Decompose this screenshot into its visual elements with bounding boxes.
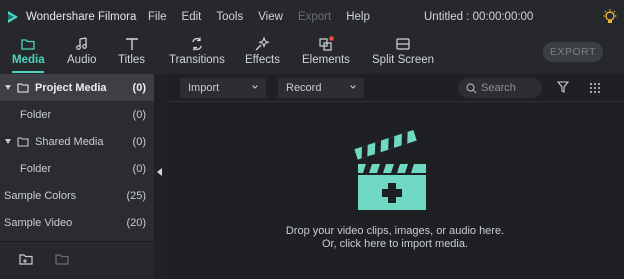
tab-effects[interactable]: Effects: [245, 36, 280, 66]
sidebar-item-label: Sample Colors: [4, 189, 77, 202]
tab-audio[interactable]: Audio: [67, 36, 96, 66]
menu-export[interactable]: Export: [298, 11, 331, 23]
tab-titles-label: Titles: [118, 54, 146, 66]
search-input[interactable]: Search: [458, 78, 542, 98]
expand-triangle-icon[interactable]: [5, 139, 11, 144]
title-bar: Wondershare Filmora File Edit Tools View…: [0, 0, 624, 34]
text-t-icon: [125, 38, 138, 50]
media-panel: Import Record Search Drop your video cli…: [166, 74, 624, 279]
search-icon: [466, 82, 477, 93]
tab-split-screen-label: Split Screen: [372, 54, 435, 66]
menu-file[interactable]: File: [148, 11, 167, 23]
menu-view[interactable]: View: [258, 11, 283, 23]
search-placeholder: Search: [481, 82, 516, 94]
sidebar-item-label: Folder: [20, 162, 52, 175]
import-hint-text[interactable]: Or, click here to import media.: [166, 238, 624, 250]
sidebar-item-count: (20): [126, 216, 146, 229]
sidebar-collapse-handle[interactable]: [154, 74, 166, 279]
project-title: Untitled : 00:00:00:00: [424, 11, 534, 23]
collapse-arrow-icon[interactable]: [157, 168, 163, 176]
menu-help[interactable]: Help: [346, 11, 370, 23]
drop-hint-text[interactable]: Drop your video clips, images, or audio …: [166, 225, 624, 237]
new-folder-icon[interactable]: [18, 252, 34, 266]
sidebar-item-shared-media[interactable]: Shared Media (0): [0, 128, 154, 155]
tab-split-screen[interactable]: Split Screen: [372, 36, 434, 66]
menu-bar: File Edit Tools View Export Help: [148, 11, 385, 23]
sidebar-item-label: Folder: [20, 108, 52, 121]
chevron-down-icon: [252, 85, 258, 89]
import-label: Import: [188, 82, 220, 94]
remove-folder-icon[interactable]: [54, 252, 70, 266]
record-label: Record: [286, 82, 322, 94]
sidebar-item-count: (0): [132, 108, 146, 121]
filter-icon[interactable]: [557, 81, 569, 94]
expand-triangle-icon[interactable]: [5, 85, 11, 90]
menu-edit[interactable]: Edit: [182, 11, 202, 23]
tab-effects-label: Effects: [245, 54, 280, 66]
sidebar-item-sample-colors[interactable]: Sample Colors (25): [0, 182, 154, 209]
transitions-icon: [192, 37, 202, 51]
grid-view-icon[interactable]: [589, 82, 601, 94]
tab-media[interactable]: Media: [12, 36, 45, 66]
tab-titles[interactable]: Titles: [118, 36, 145, 66]
tab-elements[interactable]: Elements: [302, 36, 350, 66]
active-tab-indicator: [12, 71, 44, 73]
sidebar-item-label: Project Media: [35, 81, 107, 94]
sidebar-item-label: Shared Media: [35, 135, 104, 148]
media-action-bar: Import Record Search: [166, 74, 624, 102]
sidebar-item-label: Sample Video: [4, 216, 73, 229]
folder-icon: [21, 39, 35, 50]
sidebar-item-count: (25): [126, 189, 146, 202]
folder-icon: [17, 83, 29, 93]
sidebar-item-count: (0): [132, 162, 146, 175]
sparkle-icon: [256, 36, 271, 51]
chevron-down-icon: [350, 85, 356, 89]
menu-tools[interactable]: Tools: [216, 11, 243, 23]
sidebar-item-project-media[interactable]: Project Media (0): [0, 74, 154, 101]
folder-icon: [17, 137, 29, 147]
sidebar-item-folder[interactable]: Folder (0): [0, 101, 154, 128]
tab-elements-label: Elements: [302, 54, 350, 66]
record-dropdown[interactable]: Record: [278, 78, 364, 98]
elements-icon: [319, 36, 334, 51]
split-screen-icon: [396, 38, 410, 50]
app-name: Wondershare Filmora: [26, 11, 137, 23]
clapperboard-import-icon[interactable]: [352, 130, 432, 210]
sidebar-item-shared-folder[interactable]: Folder (0): [0, 155, 154, 182]
sidebar-footer: [0, 241, 154, 279]
tab-transitions[interactable]: Transitions: [169, 36, 225, 66]
filmora-logo-icon: [8, 11, 18, 23]
tab-media-label: Media: [12, 54, 45, 66]
sidebar-item-sample-video[interactable]: Sample Video (20): [0, 209, 154, 236]
tab-transitions-label: Transitions: [169, 54, 225, 66]
module-toolbar: Media Audio Titles Transitions Effects E…: [0, 34, 624, 74]
music-note-icon: [75, 37, 87, 50]
tab-audio-label: Audio: [67, 54, 97, 66]
sidebar-item-count: (0): [132, 81, 146, 94]
import-dropdown[interactable]: Import: [180, 78, 266, 98]
notification-badge: [329, 36, 334, 41]
sidebar-item-count: (0): [132, 135, 146, 148]
lightbulb-icon[interactable]: [601, 8, 619, 26]
export-button[interactable]: EXPORT: [543, 42, 603, 62]
